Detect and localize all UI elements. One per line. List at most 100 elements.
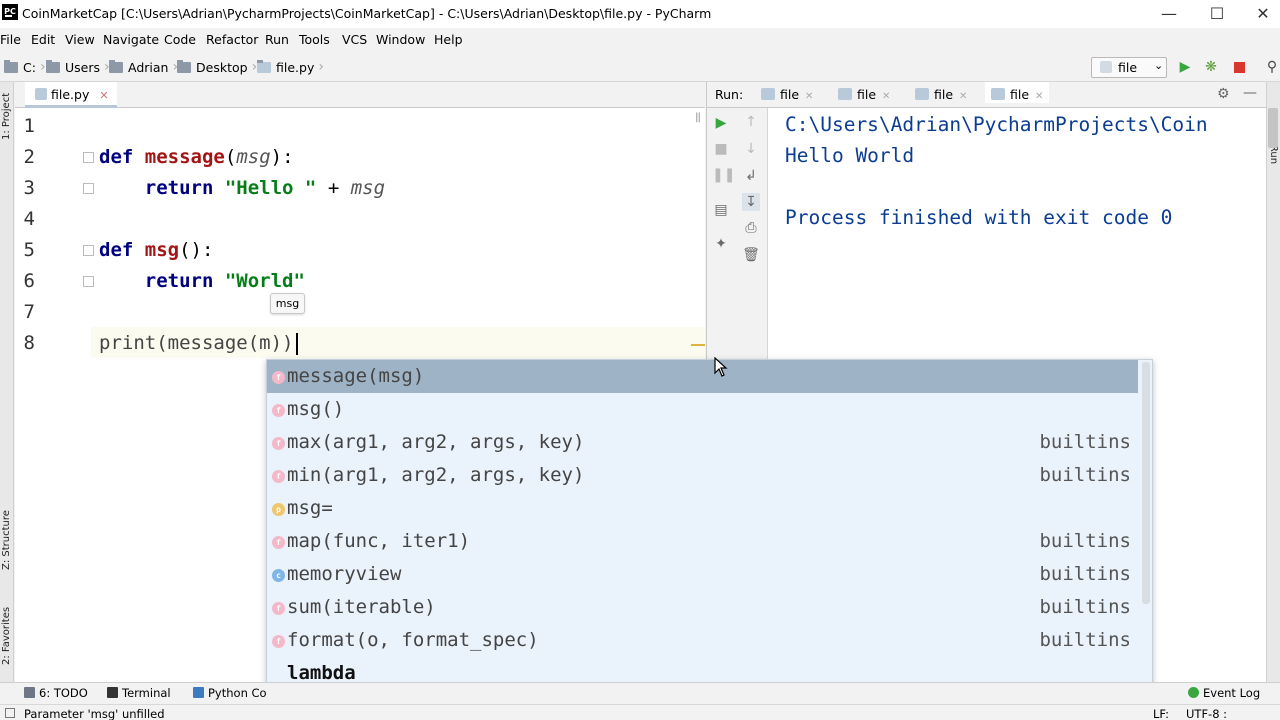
arrow-down-icon[interactable]: ↓ (742, 140, 760, 158)
console-line: Hello World (785, 144, 915, 167)
pause-icon[interactable]: ❚❚ (712, 166, 735, 184)
hide-panel-icon[interactable]: — (1243, 85, 1257, 101)
close-tab-icon[interactable]: ✕ (959, 91, 967, 102)
debug-icon[interactable]: ❋ (1203, 59, 1219, 75)
fold-marker-icon[interactable] (83, 183, 94, 194)
fold-marker-icon[interactable] (83, 152, 94, 163)
folder-icon (177, 59, 191, 73)
arrow-up-icon[interactable]: ↑ (742, 113, 760, 131)
code-line-6: return "World" (99, 270, 305, 292)
menu-window[interactable]: Window (376, 32, 425, 47)
completion-item[interactable]: f sum(iterable) builtins (267, 591, 1138, 624)
function-kind-icon: f (272, 635, 285, 648)
favorites-tool-tab[interactable]: 2: Favorites (1, 607, 12, 665)
maximize-icon[interactable]: ☐ (1194, 0, 1240, 28)
line-separator-indicator[interactable]: LF: (1153, 707, 1169, 720)
line-number: 2 (23, 146, 35, 168)
close-tab-icon[interactable]: ✕ (1035, 91, 1043, 102)
python-console-tool-tab[interactable]: Python Co (193, 686, 267, 700)
line-number: 1 (23, 115, 35, 137)
folder-icon (46, 59, 60, 73)
close-tab-icon[interactable]: ✕ (99, 89, 108, 102)
completion-item[interactable]: c memoryview builtins (267, 558, 1138, 591)
soft-wrap-icon[interactable]: ↲ (742, 167, 760, 185)
rerun-icon[interactable]: ▶ (712, 114, 730, 132)
menu-vcs[interactable]: VCS (342, 32, 367, 47)
menu-refactor[interactable]: Refactor (206, 32, 258, 47)
console-line: C:\Users\Adrian\PycharmProjects\Coin (785, 113, 1208, 136)
python-file-icon (35, 88, 47, 100)
fold-marker-icon[interactable] (83, 245, 94, 256)
menu-edit[interactable]: Edit (31, 32, 55, 47)
completion-item[interactable]: f min(arg1, arg2, args, key) builtins (267, 459, 1138, 492)
close-tab-icon[interactable]: ✕ (805, 91, 813, 102)
completion-item-name: message(msg) (287, 365, 425, 387)
completion-item[interactable]: f msg() (267, 393, 1138, 426)
completion-scrollbar[interactable] (1142, 362, 1150, 604)
console-line: Process finished with exit code 0 (785, 206, 1173, 229)
run-tab[interactable]: file ✕ (838, 87, 890, 102)
right-tool-strip: 4: Run (1266, 82, 1280, 682)
pin-icon[interactable]: ✦ (712, 235, 730, 253)
completion-item[interactable]: p msg= (267, 492, 1138, 525)
close-tab-icon[interactable]: ✕ (882, 91, 890, 102)
breadcrumb-drive[interactable]: C: › (4, 59, 50, 75)
print-icon[interactable]: ⎙ (742, 219, 760, 237)
parameter: msg (236, 146, 271, 168)
code-text: )) (270, 332, 294, 354)
menu-run[interactable]: Run (265, 32, 289, 47)
breadcrumb-adrian[interactable]: Adrian › (109, 59, 182, 75)
completion-item-module: builtins (1039, 563, 1131, 585)
search-icon[interactable]: ⚲ (1264, 59, 1280, 75)
structure-tool-tab[interactable]: Z: Structure (1, 510, 12, 570)
inspection-indicator-icon[interactable]: ‖ (695, 112, 701, 123)
toggle-tool-windows-icon[interactable] (5, 708, 15, 718)
todo-tool-tab[interactable]: 6: TODO (24, 686, 88, 700)
terminal-icon (107, 687, 118, 698)
menu-help[interactable]: Help (434, 32, 463, 47)
menu-code[interactable]: Code (164, 32, 196, 47)
completion-item-module: builtins (1039, 431, 1131, 453)
run-label: Run: (715, 87, 744, 102)
run-tab-active[interactable]: file ✕ (985, 82, 1050, 103)
completion-item-name: format(o, format_spec) (287, 629, 539, 651)
project-tool-tab[interactable]: 1: Project (1, 93, 12, 140)
run-configuration-select[interactable]: file ⌄ (1091, 57, 1167, 78)
completion-item[interactable]: f max(arg1, arg2, args, key) builtins (267, 426, 1138, 459)
menu-navigate[interactable]: Navigate (103, 32, 159, 47)
breadcrumb-desktop[interactable]: Desktop › (177, 59, 261, 75)
completion-item[interactable]: f message(msg) (267, 360, 1138, 393)
code-line-3: return "Hello " + msg (99, 177, 385, 199)
encoding-indicator[interactable]: UTF-8 : (1186, 707, 1227, 720)
menu-tools[interactable]: Tools (299, 32, 330, 47)
breadcrumb-file[interactable]: file.py › (257, 59, 328, 75)
completion-item[interactable]: f format(o, format_spec) builtins (267, 624, 1138, 657)
keyword: def (99, 146, 134, 168)
run-tab[interactable]: file ✕ (761, 87, 813, 102)
run-tab[interactable]: file ✕ (915, 87, 967, 102)
gear-icon[interactable]: ⚙ (1217, 86, 1230, 102)
run-icon[interactable]: ▶ (1177, 59, 1193, 75)
menu-file[interactable]: File (0, 32, 21, 47)
warning-marker-icon[interactable] (691, 344, 705, 346)
completion-item-name: map(func, iter1) (287, 530, 471, 552)
function-kind-icon: f (272, 437, 285, 450)
trash-icon[interactable]: 🗑 (742, 246, 760, 264)
stop-icon[interactable]: ■ (712, 140, 730, 158)
editor-tab-file[interactable]: file.py ✕ (25, 82, 117, 108)
minimize-icon[interactable]: — (1146, 0, 1192, 28)
completion-item-module: builtins (1039, 530, 1131, 552)
close-icon[interactable]: ✕ (1240, 0, 1280, 28)
stop-icon[interactable] (1231, 59, 1247, 75)
completion-item-name: max(arg1, arg2, args, key) (287, 431, 585, 453)
console-scrollbar[interactable] (1268, 108, 1278, 148)
terminal-tool-tab[interactable]: Terminal (107, 686, 171, 700)
restore-layout-icon[interactable]: ▤ (712, 201, 730, 219)
event-log-tool-tab[interactable]: Event Log (1188, 686, 1260, 700)
menu-view[interactable]: View (65, 32, 95, 47)
completion-item[interactable]: f map(func, iter1) builtins (267, 525, 1138, 558)
line-number: 8 (23, 332, 35, 354)
scroll-to-end-icon[interactable]: ↧ (742, 193, 760, 211)
breadcrumb-users[interactable]: Users › (46, 59, 114, 75)
fold-marker-icon[interactable] (83, 276, 94, 287)
